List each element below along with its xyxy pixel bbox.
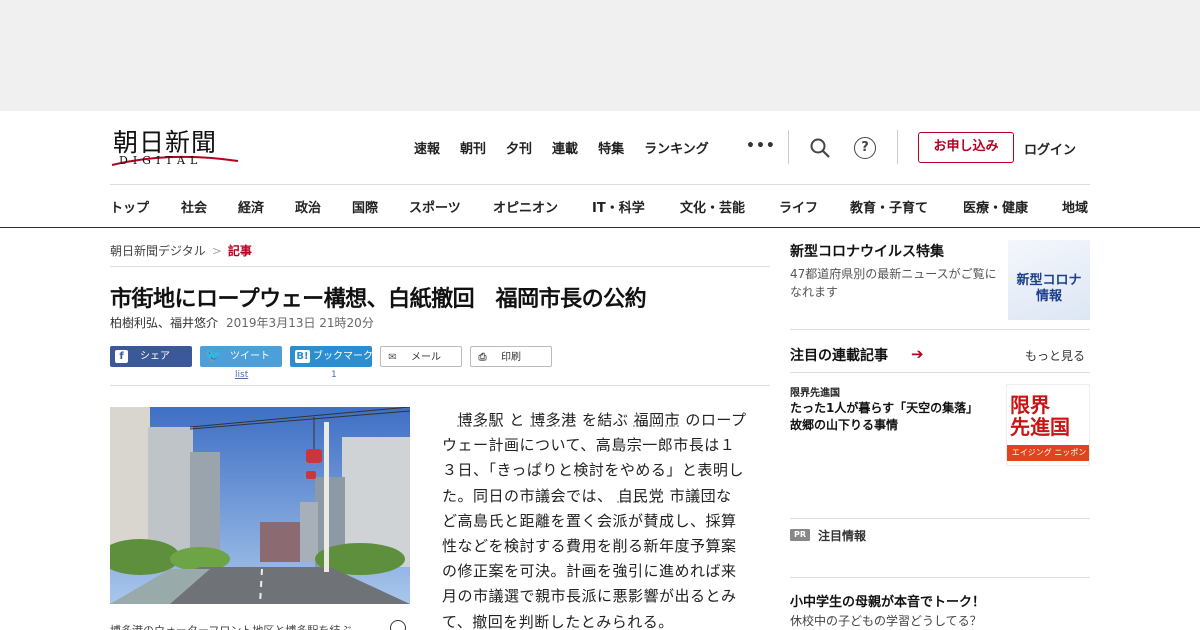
keyword-link[interactable]: 博多港 bbox=[530, 411, 577, 429]
cat-sports[interactable]: スポーツ bbox=[409, 197, 461, 216]
twitter-bird-icon: 🐦 bbox=[205, 349, 222, 364]
pr-headline[interactable]: 小中学生の母親が本音でトーク！ bbox=[790, 591, 985, 610]
nav-breaking[interactable]: 速報 bbox=[414, 138, 440, 157]
article-authors: 柏樹利弘、福井悠介 bbox=[110, 316, 219, 330]
search-icon[interactable] bbox=[809, 137, 831, 159]
breadcrumb: 朝日新聞デジタル > 記事 bbox=[110, 242, 252, 259]
series-image-line1: 限界 bbox=[1010, 393, 1050, 417]
print-icon: ⎙ bbox=[478, 352, 487, 363]
byline: 柏樹利弘、福井悠介 2019年3月13日 21時20分 bbox=[110, 314, 374, 331]
mail-share-button[interactable]: ✉ メール bbox=[380, 346, 462, 367]
cat-society[interactable]: 社会 bbox=[181, 197, 207, 216]
breadcrumb-separator: > bbox=[211, 244, 222, 258]
pr-badge: PR bbox=[790, 529, 810, 541]
series-name: 限界先進国 bbox=[790, 388, 840, 399]
divider bbox=[110, 184, 1090, 185]
logo-sub-text: DIGITAL bbox=[119, 154, 203, 167]
cat-economy[interactable]: 経済 bbox=[238, 197, 264, 216]
series-image[interactable]: 限界 先進国 エイジング ニッポン bbox=[1006, 384, 1090, 466]
corona-feature-image[interactable]: 新型コロナ 情報 bbox=[1008, 240, 1090, 320]
article-photo[interactable] bbox=[110, 407, 410, 604]
cat-culture[interactable]: 文化・芸能 bbox=[680, 197, 745, 216]
cat-it-science[interactable]: IT・科学 bbox=[592, 197, 645, 216]
series-headline[interactable]: たった1人が暮らす「天空の集落」 故郷の山下りる事情 bbox=[790, 400, 995, 434]
article-title: 市街地にロープウェー構想、白紙撤回 福岡市長の公約 bbox=[110, 287, 647, 312]
zoom-icon[interactable] bbox=[390, 620, 406, 630]
hatena-bookmark-button[interactable]: B! ブックマーク bbox=[290, 346, 373, 367]
cat-opinion[interactable]: オピニオン bbox=[493, 197, 558, 216]
mail-icon: ✉ bbox=[388, 352, 397, 363]
facebook-icon: f bbox=[115, 350, 128, 363]
hatena-icon: B! bbox=[295, 350, 310, 363]
series-image-line2: 先進国 bbox=[1010, 415, 1070, 439]
cat-top[interactable]: トップ bbox=[110, 197, 149, 216]
more-menu-icon[interactable]: ••• bbox=[746, 138, 776, 154]
pr-label: 注目情報 bbox=[818, 529, 867, 543]
facebook-share-label: シェア bbox=[140, 351, 170, 362]
body-text-segment: と bbox=[504, 411, 531, 429]
divider bbox=[790, 329, 1090, 330]
more-link[interactable]: もっと見る bbox=[1025, 347, 1085, 364]
corona-image-line2: 情報 bbox=[1035, 289, 1062, 304]
category-nav: トップ 社会 経済 政治 国際 スポーツ オピニオン IT・科学 文化・芸能 ラ… bbox=[110, 197, 1095, 217]
cat-life[interactable]: ライフ bbox=[779, 197, 818, 216]
article-date: 2019年3月13日 21時20分 bbox=[226, 316, 374, 330]
nav-ranking[interactable]: ランキング bbox=[644, 138, 709, 157]
cat-politics[interactable]: 政治 bbox=[295, 197, 321, 216]
cat-region[interactable]: 地域 bbox=[1062, 197, 1088, 216]
cat-health[interactable]: 医療・健康 bbox=[963, 197, 1028, 216]
facebook-share-button[interactable]: f シェア bbox=[110, 346, 192, 367]
twitter-share-button[interactable]: 🐦 ツイート bbox=[200, 346, 282, 367]
series-image-band: エイジング ニッポン bbox=[1007, 445, 1089, 461]
twitter-count[interactable]: list bbox=[235, 370, 248, 380]
keyword-link[interactable]: 福岡市 bbox=[634, 411, 681, 429]
article-body: 博多駅 と 博多港 を結ぶ 福岡市 のロープウェー計画について、高島宗一郎市長は… bbox=[442, 408, 747, 630]
nav-features[interactable]: 特集 bbox=[598, 138, 624, 157]
hatena-bookmark-label: ブックマーク bbox=[313, 351, 373, 362]
top-nav: 速報 朝刊 夕刊 連載 特集 ランキング bbox=[414, 138, 729, 157]
pr-subline[interactable]: 休校中の子どもの学習どうしてる？ bbox=[790, 612, 982, 629]
body-text-segment: を結ぶ bbox=[576, 411, 634, 429]
breadcrumb-current[interactable]: 記事 bbox=[228, 244, 252, 258]
apply-button[interactable]: お申し込み bbox=[918, 132, 1014, 163]
mail-share-label: メール bbox=[411, 352, 441, 363]
nav-evening[interactable]: 夕刊 bbox=[506, 138, 532, 157]
nav-series[interactable]: 連載 bbox=[552, 138, 578, 157]
divider bbox=[897, 130, 898, 164]
corona-feature-title[interactable]: 新型コロナウイルス特集 bbox=[790, 241, 944, 261]
photo-caption: 博多港のウォーターフロント地区と博多駅を結ぶ bbox=[110, 622, 351, 630]
twitter-share-label: ツイート bbox=[230, 351, 270, 362]
cat-education[interactable]: 教育・子育て bbox=[850, 197, 928, 216]
print-label: 印刷 bbox=[501, 352, 521, 363]
login-link[interactable]: ログイン bbox=[1024, 139, 1076, 158]
divider bbox=[110, 266, 770, 267]
keyword-link[interactable]: 博多駅 bbox=[458, 411, 505, 429]
keyword-link[interactable]: 自民党 bbox=[618, 487, 665, 505]
hatena-count[interactable]: 1 bbox=[331, 370, 337, 380]
asahi-digital-logo[interactable]: 朝日新聞 DIGITAL bbox=[110, 123, 240, 169]
divider bbox=[110, 385, 770, 386]
divider bbox=[790, 518, 1090, 519]
arrow-right-icon[interactable]: ➔ bbox=[911, 345, 924, 363]
ad-banner bbox=[0, 0, 1200, 111]
divider bbox=[790, 577, 1090, 578]
divider bbox=[0, 227, 1200, 228]
divider bbox=[790, 372, 1090, 373]
body-text-segment: 市議団など高島氏と距離を置く会派が賛成し、採算性などを検討する費用を削る新年度予… bbox=[442, 486, 737, 630]
breadcrumb-home[interactable]: 朝日新聞デジタル bbox=[110, 244, 206, 258]
cat-international[interactable]: 国際 bbox=[352, 197, 378, 216]
print-button[interactable]: ⎙ 印刷 bbox=[470, 346, 552, 367]
divider bbox=[788, 130, 789, 164]
nav-morning[interactable]: 朝刊 bbox=[460, 138, 486, 157]
corona-feature-desc: 47都道府県別の最新ニュースがご覧になれます bbox=[790, 267, 997, 299]
featured-series-title[interactable]: 注目の連載記事 bbox=[790, 345, 888, 365]
help-icon[interactable]: ? bbox=[854, 137, 876, 159]
